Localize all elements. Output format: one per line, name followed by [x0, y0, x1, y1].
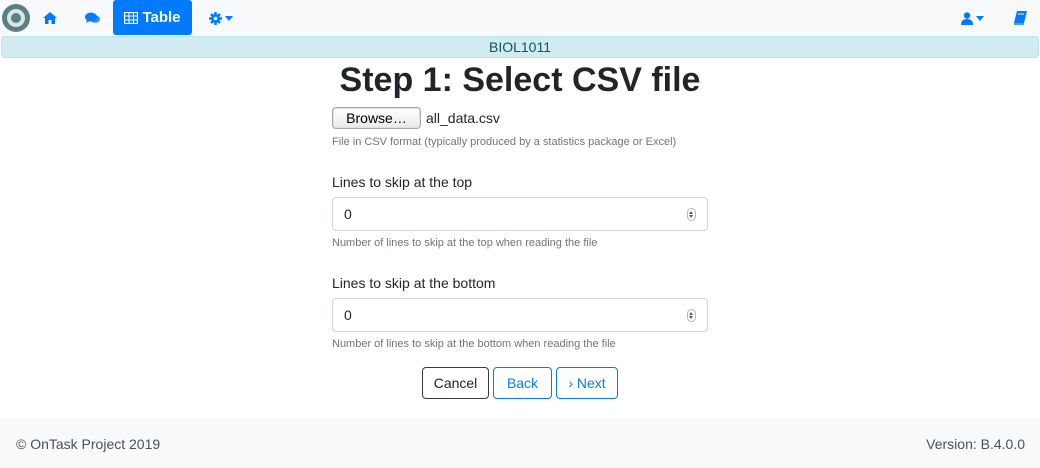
comments-icon[interactable]: [82, 0, 102, 36]
browse-button[interactable]: Browse…: [332, 107, 421, 129]
skip-bottom-value: 0: [344, 307, 352, 323]
user-dropdown[interactable]: [957, 0, 987, 36]
top-navbar: Table: [0, 0, 1040, 36]
table-button[interactable]: Table: [113, 0, 192, 35]
version-text: Version: B.4.0.0: [926, 436, 1025, 452]
book-icon[interactable]: [1010, 0, 1030, 36]
settings-dropdown[interactable]: [205, 0, 237, 36]
next-button[interactable]: › Next: [556, 367, 618, 399]
skip-top-input[interactable]: 0: [332, 197, 708, 231]
skip-bottom-help: Number of lines to skip at the bottom wh…: [332, 338, 616, 350]
skip-bottom-label: Lines to skip at the bottom: [332, 275, 496, 291]
back-button[interactable]: Back: [493, 367, 552, 399]
table-icon: [124, 11, 139, 24]
next-button-label: Next: [576, 375, 606, 391]
chevron-down-icon: [225, 15, 233, 21]
page-title: Step 1: Select CSV file: [339, 61, 701, 99]
cancel-button[interactable]: Cancel: [422, 367, 489, 399]
footer: © OnTask Project 2019 Version: B.4.0.0: [0, 418, 1040, 468]
gear-icon: [209, 11, 222, 25]
number-spinner-icon[interactable]: [687, 309, 696, 322]
skip-top-value: 0: [344, 206, 352, 222]
chevron-down-icon: [975, 15, 984, 21]
skip-top-label: Lines to skip at the top: [332, 174, 473, 190]
file-help-text: File in CSV format (typically produced b…: [332, 136, 677, 148]
skip-top-help: Number of lines to skip at the top when …: [332, 237, 598, 249]
copyright-text: © OnTask Project 2019: [16, 436, 161, 452]
user-icon: [960, 11, 973, 25]
selected-file-name: all_data.csv: [426, 110, 500, 126]
chevron-right-icon: ›: [568, 375, 573, 391]
course-name-bar: BIOL1011: [1, 36, 1039, 58]
table-button-label: Table: [142, 9, 181, 26]
skip-bottom-input[interactable]: 0: [332, 298, 708, 332]
ontask-logo[interactable]: [2, 4, 30, 32]
number-spinner-icon[interactable]: [687, 208, 696, 221]
home-icon[interactable]: [40, 0, 60, 36]
